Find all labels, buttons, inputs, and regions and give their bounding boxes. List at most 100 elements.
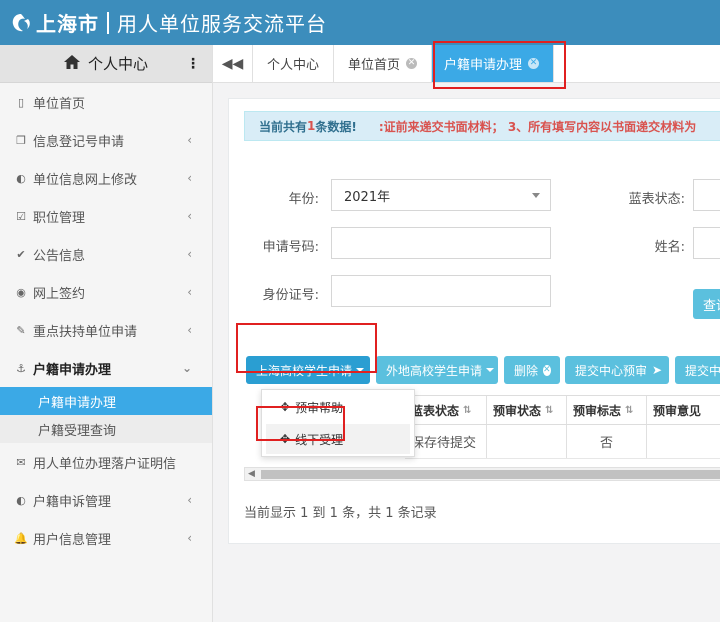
notice-prefix: 当前共有 [259, 119, 308, 134]
column-header[interactable]: 预审状态 ⇅ [487, 396, 567, 424]
tab-label: 单位首页 [348, 58, 401, 73]
tab-0[interactable]: 个人中心 [253, 45, 335, 82]
pagination-info: 当前显示 1 到 1 条，共 1 条记录 [244, 506, 437, 521]
query-button[interactable]: 查询 [693, 289, 720, 319]
blue-status-label: 蓝表状态: [628, 192, 685, 207]
sidebar-item-4[interactable]: ✔ 公告信息 ‹ [0, 235, 212, 273]
bookmark-icon: ▯ [17, 95, 25, 109]
scrollbar-thumb[interactable] [261, 470, 720, 479]
table-cell [487, 425, 567, 458]
submit-more-label: 提交中 [685, 363, 720, 378]
sidebar-item-label: 信息登记号申请 [33, 134, 125, 150]
sort-icon[interactable]: ⇅ [545, 405, 553, 416]
other-student-apply-button[interactable]: 外地高校学生申请 [376, 356, 498, 384]
tab-scroll-left-icon[interactable]: ◀◀ [213, 45, 253, 82]
column-header-label: 预审状态 [493, 403, 542, 418]
main-content: 当前共有 1 条数据! :证前来递交书面材料； 3、所有填写内容以书面递交材料为 年… [213, 83, 720, 622]
sidebar-item-label: 单位首页 [33, 96, 86, 112]
eye-icon: ◉ [16, 285, 26, 299]
column-header-label: 预审意见 [653, 403, 702, 418]
sidebar-subitem[interactable]: 户籍受理查询 [0, 415, 212, 443]
content-panel: 当前共有 1 条数据! :证前来递交书面材料； 3、所有填写内容以书面递交材料为 年… [228, 98, 720, 544]
tab-2[interactable]: 户籍申请办理 ✕ [432, 45, 555, 82]
chevron-left-icon: ‹ [187, 285, 192, 299]
sidebar-item-3[interactable]: ☑ 职位管理 ‹ [0, 197, 212, 235]
sidebar-item-6[interactable]: ✎ 重点扶持单位申请 ‹ [0, 311, 212, 349]
platform-title: 用人单位服务交流平台 [117, 12, 327, 36]
dropdown-item-offline-accept[interactable]: ✥ 线下受理 [266, 424, 410, 454]
sidebar-item-label: 用人单位办理落户证明信 [33, 456, 177, 472]
chevron-left-icon: ‹ [187, 493, 192, 507]
apply-dropdown-menu: ✥ 预审帮助 ✥ 线下受理 [261, 389, 415, 457]
tab-1[interactable]: 单位首页 ✕ [334, 45, 433, 82]
sidebar-item-2[interactable]: ◐ 单位信息网上修改 ‹ [0, 159, 212, 197]
sidebar-item-label: 用户信息管理 [33, 532, 112, 548]
app-header: 上海市 用人单位服务交流平台 [0, 0, 720, 45]
move-icon: ✥ [280, 432, 291, 446]
sidebar-menu: ▯ 单位首页 ❐ 信息登记号申请 ‹ ◐ 单位信息网上修改 ‹ ☑ 职位管理 ‹ ✔ 公告信息 ‹ ◉ 网上签… [0, 83, 212, 557]
sidebar-item-label: 重点扶持单位申请 [33, 324, 138, 340]
id-label: 身份证号: [262, 288, 319, 303]
sidebar-subitem[interactable]: 户籍申请办理 [0, 387, 212, 415]
delete-button[interactable]: 删除 ✕ [504, 356, 560, 384]
shanghai-apply-label: 上海高校学生申请 [256, 363, 353, 378]
table-header: 蓝表状态 ⇅ 预审状态 ⇅ 预审标志 ⇅ 预审意见 [405, 395, 720, 425]
anchor-icon: ⚓ [16, 361, 26, 375]
chevron-left-icon: ‹ [187, 209, 192, 223]
notice-marquee: :证前来递交书面材料； 3、所有填写内容以书面递交材料为 [378, 119, 697, 134]
envelope-icon: ✉ [16, 455, 26, 469]
horizontal-scrollbar[interactable]: ◀ [244, 467, 720, 481]
column-header[interactable]: 预审意见 [647, 396, 720, 424]
apply-no-label: 申请号码: [262, 240, 319, 255]
blue-status-select[interactable] [693, 179, 720, 211]
column-header[interactable]: 预审标志 ⇅ [567, 396, 647, 424]
table-cell: 否 [567, 425, 647, 458]
submit-more-button[interactable]: 提交中 [675, 356, 720, 384]
name-label: 姓名: [654, 240, 685, 255]
sidebar-header[interactable]: 个人中心 ⋮ [0, 45, 212, 83]
contrast-icon: ◐ [16, 171, 26, 185]
sidebar-item-label: 户籍申诉管理 [33, 494, 112, 510]
more-vertical-icon[interactable]: ⋮ [186, 56, 200, 72]
sidebar-item-5[interactable]: ◉ 网上签约 ‹ [0, 273, 212, 311]
tab-bar: ◀◀ 个人中心 单位首页 ✕ 户籍申请办理 ✕ [213, 45, 720, 83]
sidebar-item-label: 网上签约 [33, 286, 86, 302]
close-icon[interactable]: ✕ [406, 58, 418, 69]
checkbox-icon: ☑ [16, 209, 26, 223]
submit-center-label: 提交中心预审 [575, 363, 648, 378]
sidebar-item-label: 户籍申请办理 [33, 362, 112, 378]
tab-label: 个人中心 [267, 58, 320, 73]
contrast-icon: ◐ [16, 493, 26, 507]
dropdown-item-prereview-help[interactable]: ✥ 预审帮助 [262, 392, 414, 422]
sidebar-item-b1[interactable]: ◐ 户籍申诉管理 ‹ [0, 481, 212, 519]
sidebar-item-1[interactable]: ❐ 信息登记号申请 ‹ [0, 121, 212, 159]
copy-icon: ❐ [16, 133, 26, 147]
dropdown-item-label: 预审帮助 [295, 400, 344, 415]
logo[interactable]: 上海市 [10, 8, 99, 37]
sidebar-item-0[interactable]: ▯ 单位首页 [0, 83, 212, 121]
chevron-down-icon [532, 193, 540, 198]
table-row[interactable]: 保存待提交 否 [405, 425, 720, 459]
close-icon[interactable]: ✕ [528, 58, 540, 69]
sort-icon[interactable]: ⇅ [463, 405, 471, 416]
year-select-value: 2021年 [344, 189, 391, 205]
sort-icon[interactable]: ⇅ [625, 405, 633, 416]
notice-suffix: 条数据! [315, 119, 357, 134]
logo-text: 上海市 [36, 12, 99, 36]
sidebar-item-b2[interactable]: 🔔 用户信息管理 ‹ [0, 519, 212, 557]
id-input[interactable] [331, 275, 551, 307]
move-icon: ✥ [280, 400, 291, 414]
chevron-left-icon: ‹ [187, 323, 192, 337]
name-input[interactable] [693, 227, 720, 259]
year-select[interactable]: 2021年 [331, 179, 551, 211]
scroll-left-arrow-icon[interactable]: ◀ [248, 469, 255, 479]
shanghai-student-apply-button[interactable]: 上海高校学生申请 [246, 356, 370, 384]
sidebar-item-b0[interactable]: ✉ 用人单位办理落户证明信 [0, 443, 212, 481]
column-header[interactable]: 蓝表状态 ⇅ [405, 396, 487, 424]
submit-center-button[interactable]: 提交中心预审 ➤ [565, 356, 669, 384]
table-cell [647, 425, 720, 458]
close-circle-icon: ✕ [543, 364, 551, 376]
apply-no-input[interactable] [331, 227, 551, 259]
year-label: 年份: [288, 192, 319, 207]
sidebar-item-7[interactable]: ⚓ 户籍申请办理 ⌄ [0, 349, 212, 387]
